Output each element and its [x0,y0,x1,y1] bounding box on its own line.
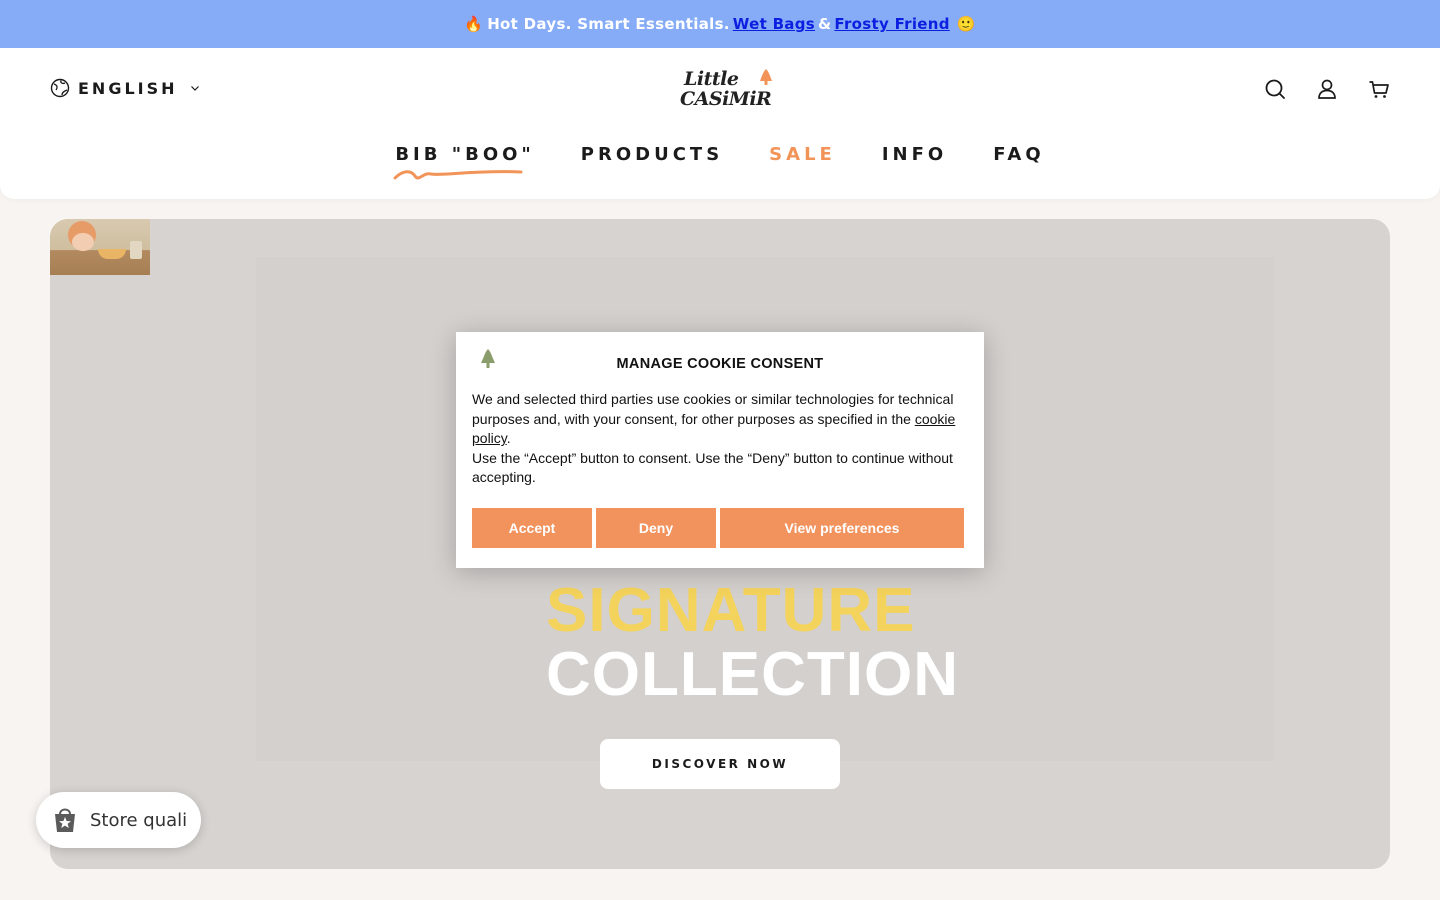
thumb-bowl [98,249,126,259]
main-nav: BIB "BOO" PRODUCTS SALE INFO FAQ [0,144,1440,180]
smile-emoji: 🙂 [956,15,976,33]
nav-item-bib-boo[interactable]: BIB "BOO" [393,144,535,180]
cookie-title: MANAGE COOKIE CONSENT [616,356,824,372]
hero-title-line1: SIGNATURE [546,576,916,645]
nav-item-sale[interactable]: SALE [769,144,836,173]
hero-title-line2: COLLECTION [546,640,959,709]
cookie-text-period: . [506,430,511,447]
announcement-ampersand: & [818,15,832,33]
language-label: ENGLISH [78,78,178,98]
thumb-cup [130,241,142,259]
store-quality-label: Store quali [90,809,188,831]
cookie-buttons: Accept Deny View preferences [472,508,964,548]
search-icon[interactable] [1264,78,1286,100]
cookie-text-2: Use the “Accept” button to consent. Use … [472,449,953,486]
logo-bell-icon [760,69,772,85]
cookie-text-1: We and selected third parties use cookie… [472,391,954,427]
header-icons [1264,78,1390,100]
globe-icon [50,78,70,98]
nav-item-products[interactable]: PRODUCTS [581,144,723,173]
logo-text-line1: Little [684,68,739,90]
nav-label: BIB "BOO" [395,144,535,165]
nav-label: SALE [769,144,836,165]
announcement-text: Hot Days. Smart Essentials. [487,15,730,33]
site-header: ENGLISH Little CASiMiR BIB "BOO" PRODUCT… [0,48,1440,199]
nav-item-info[interactable]: INFO [882,144,947,173]
discover-now-button[interactable]: DISCOVER NOW [600,739,840,789]
hero-thumbnail-image [50,219,150,275]
cookie-body: We and selected third parties use cookie… [472,390,968,488]
wet-bags-link[interactable]: Wet Bags [733,15,815,33]
frosty-friend-link[interactable]: Frosty Friend [834,15,949,33]
chevron-down-icon [190,86,199,91]
thumb-face [72,233,94,251]
announcement-bar: 🔥 Hot Days. Smart Essentials. Wet Bags &… [0,0,1440,48]
nav-label: INFO [881,144,948,165]
shopping-bag-icon [55,808,75,832]
nav-label: FAQ [993,144,1045,165]
store-quality-widget[interactable]: Store quali [36,792,201,848]
fire-emoji: 🔥 [464,15,484,33]
cookie-consent-dialog: MANAGE COOKIE CONSENT We and selected th… [456,332,984,568]
logo-text-line2: CASiMiR [680,88,772,110]
account-icon[interactable] [1316,78,1338,100]
language-selector[interactable]: ENGLISH [50,78,200,98]
view-preferences-button[interactable]: View preferences [720,508,964,548]
accept-button[interactable]: Accept [472,508,592,548]
cart-icon[interactable] [1368,78,1390,100]
deny-button[interactable]: Deny [596,508,716,548]
site-logo[interactable]: Little CASiMiR [680,66,776,112]
nav-label: PRODUCTS [580,144,724,165]
squiggle-underline [393,170,523,180]
nav-item-faq[interactable]: FAQ [993,144,1044,173]
